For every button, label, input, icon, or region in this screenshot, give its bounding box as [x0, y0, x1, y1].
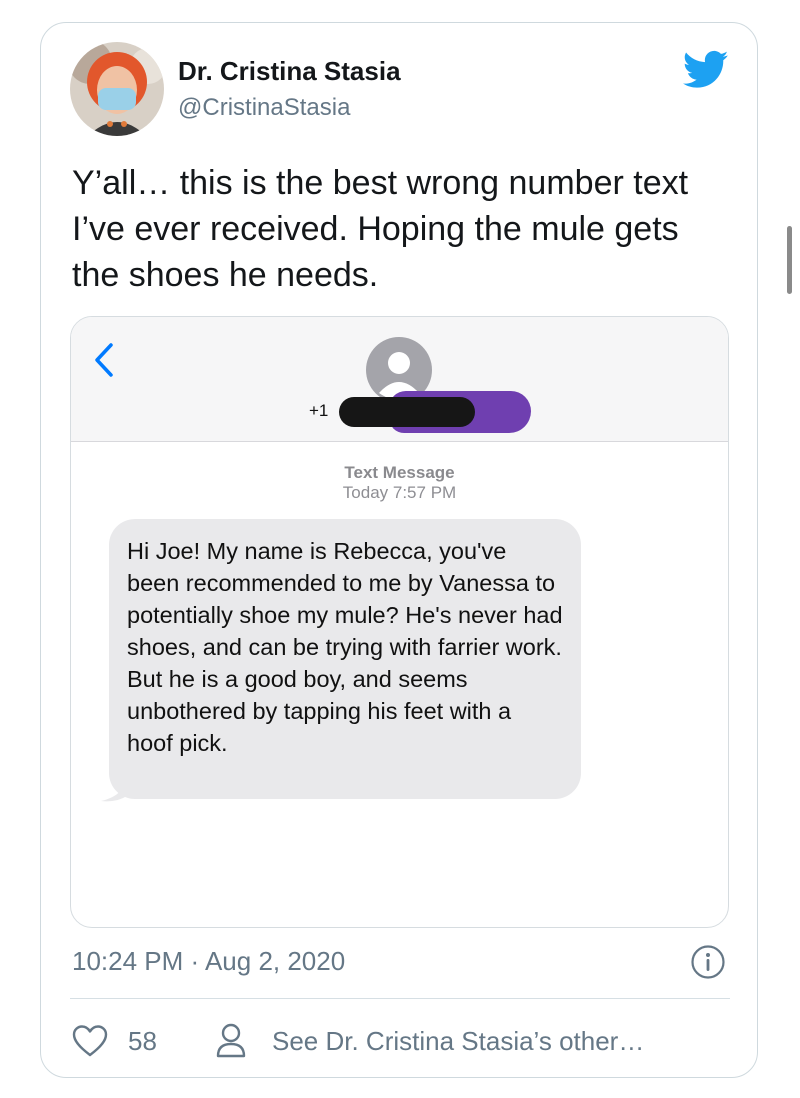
author-avatar[interactable]	[70, 42, 164, 136]
author-handle[interactable]: @CristinaStasia	[178, 94, 350, 122]
redaction-mark	[339, 397, 475, 427]
twitter-bird-icon	[683, 50, 729, 88]
divider	[70, 998, 730, 999]
see-other-tweets-link[interactable]: See Dr. Cristina Stasia’s other…	[272, 1026, 644, 1057]
like-count[interactable]: 58	[128, 1026, 157, 1057]
person-icon	[216, 1023, 246, 1058]
tweet-timestamp[interactable]: 10:24 PM · Aug 2, 2020	[72, 946, 345, 977]
message-type-label: Text Message	[344, 463, 455, 482]
attached-image[interactable]: +1 Text Message Today 7:57 PM Hi Joe! My…	[70, 316, 729, 928]
heart-icon[interactable]	[72, 1024, 108, 1058]
author-name[interactable]: Dr. Cristina Stasia	[178, 56, 401, 87]
contact-number-prefix: +1	[309, 401, 329, 420]
chevron-left-icon[interactable]	[89, 339, 119, 381]
messages-header: +1	[71, 317, 728, 442]
info-icon[interactable]	[690, 944, 726, 980]
message-meta: Text Message Today 7:57 PM	[71, 463, 728, 503]
tweet-text: Y’all… this is the best wrong number tex…	[72, 164, 689, 294]
scrollbar[interactable]	[787, 226, 792, 294]
message-time: Today 7:57 PM	[342, 483, 457, 502]
message-bubble: Hi Joe! My name is Rebecca, you've been …	[109, 519, 581, 799]
